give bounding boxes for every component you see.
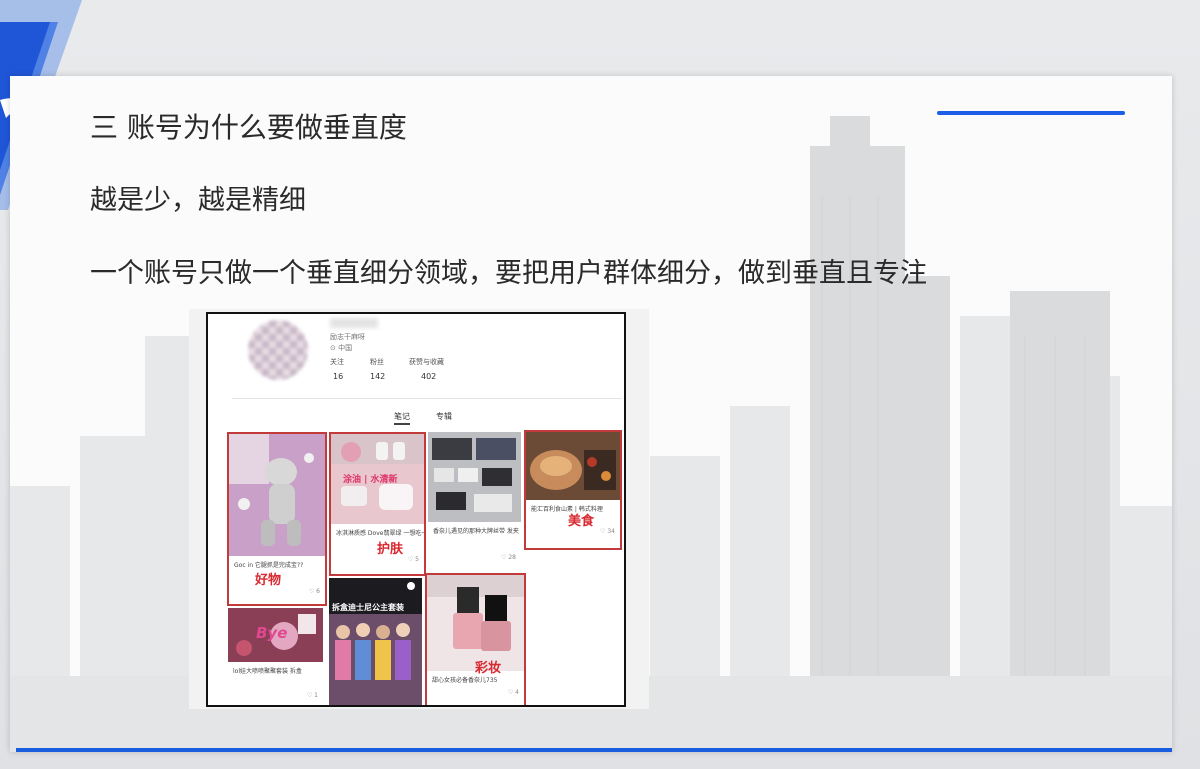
stat-fans-value: 142 bbox=[370, 372, 386, 381]
stat-following-label: 关注 bbox=[330, 358, 344, 366]
username-blurred bbox=[330, 318, 378, 328]
note-card-goods[interactable]: 好物 Goc in 它腿抓是完成宝?? ♡ 6 bbox=[227, 432, 327, 606]
note-tag-skincare: 护肤 bbox=[377, 542, 404, 557]
food-dish-image bbox=[526, 432, 620, 500]
note-caption: lol娃大喷喷聚聚套装 拆盒 bbox=[233, 668, 302, 675]
stat-following-value: 16 bbox=[333, 372, 344, 381]
location-row: ⊙ 中国 bbox=[330, 343, 352, 353]
stat-likes-value: 402 bbox=[421, 372, 437, 381]
note-caption: 冰淇淋质感 Dove翡翠绿 一想吃一口 bbox=[336, 530, 426, 537]
note-like-count: ♡ 6 bbox=[308, 588, 320, 595]
accent-line bbox=[937, 111, 1125, 115]
note-card-hair-accessories[interactable]: 香奈儿遇见的那种大牌丝带 发夹 ♡ 28 bbox=[428, 432, 521, 572]
hair-accessories-image bbox=[428, 432, 521, 522]
heart-icon: ♡ bbox=[308, 588, 315, 595]
note-tag-goods: 好物 bbox=[255, 573, 282, 588]
location-text: 中国 bbox=[338, 344, 353, 352]
heart-icon: ♡ bbox=[407, 556, 414, 563]
note-overlay-text: 涂油 | 水清新 bbox=[343, 475, 398, 485]
note-like-count: ♡ 1 bbox=[306, 692, 318, 699]
toy-figure-image bbox=[229, 434, 325, 556]
note-like-count: ♡ 28 bbox=[501, 554, 516, 561]
note-card-makeup[interactable]: 彩妆 甜心女孩必备香奈儿735 ♡ 4 bbox=[425, 573, 526, 705]
slide-title: 三 账号为什么要做垂直度 bbox=[90, 111, 407, 144]
heart-icon: ♡ bbox=[507, 689, 514, 696]
note-caption: Goc in 它腿抓是完成宝?? bbox=[234, 562, 304, 569]
stat-fans-label: 粉丝 bbox=[370, 358, 384, 366]
note-like-count: ♡ 5 bbox=[407, 556, 419, 563]
slide-card: 三 账号为什么要做垂直度 越是少，越是精细 一个账号只做一个垂直细分领域，要把用… bbox=[10, 76, 1172, 752]
location-pin-icon: ⊙ bbox=[330, 344, 336, 352]
profile-divider bbox=[232, 398, 622, 399]
note-like-count: ♡ 34 bbox=[600, 528, 615, 535]
slide-body-text: 一个账号只做一个垂直细分领域，要把用户群体细分，做到垂直且专注 bbox=[90, 258, 927, 289]
note-caption: 甜心女孩必备香奈儿735 bbox=[432, 677, 498, 684]
note-card-doll[interactable]: Bye lol娃大喷喷聚聚套装 拆盒 ♡ 1 bbox=[228, 608, 323, 705]
note-overlay-text: 拆盒迪士尼公主套装 bbox=[332, 603, 404, 612]
note-caption: 香奈儿遇见的那种大牌丝带 发夹 bbox=[433, 528, 519, 535]
heart-icon: ♡ bbox=[501, 554, 507, 561]
note-card-disney-princess[interactable]: 拆盒迪士尼公主套装 bbox=[329, 578, 422, 705]
bio-line: 励志干麻呀 bbox=[330, 333, 365, 341]
note-tag-makeup: 彩妆 bbox=[475, 661, 502, 676]
note-card-food[interactable]: 能汇百利食山素 | 韩式料理 美食 ♡ 34 bbox=[524, 430, 622, 550]
note-like-count: ♡ 4 bbox=[507, 689, 519, 696]
avatar bbox=[248, 320, 308, 380]
note-tag-food: 美食 bbox=[568, 514, 595, 529]
note-overlay-text: Bye bbox=[256, 624, 288, 642]
heart-icon: ♡ bbox=[306, 692, 313, 699]
note-card-skincare[interactable]: 涂油 | 水清新 冰淇淋质感 Dove翡翠绿 一想吃一口 护肤 ♡ 5 bbox=[329, 432, 426, 576]
stat-likes-label: 获赞与收藏 bbox=[409, 358, 444, 366]
profile-screenshot: 励志干麻呀 ⊙ 中国 关注 粉丝 获赞与收藏 16 142 402 笔记 专辑 bbox=[206, 312, 626, 707]
slide-subtitle: 越是少，越是精细 bbox=[90, 185, 306, 216]
bottom-accent-bar bbox=[16, 748, 1172, 752]
heart-icon: ♡ bbox=[600, 528, 606, 535]
tab-albums[interactable]: 专辑 bbox=[436, 411, 452, 422]
tab-notes[interactable]: 笔记 bbox=[394, 411, 410, 425]
princess-dolls-image bbox=[329, 578, 422, 705]
